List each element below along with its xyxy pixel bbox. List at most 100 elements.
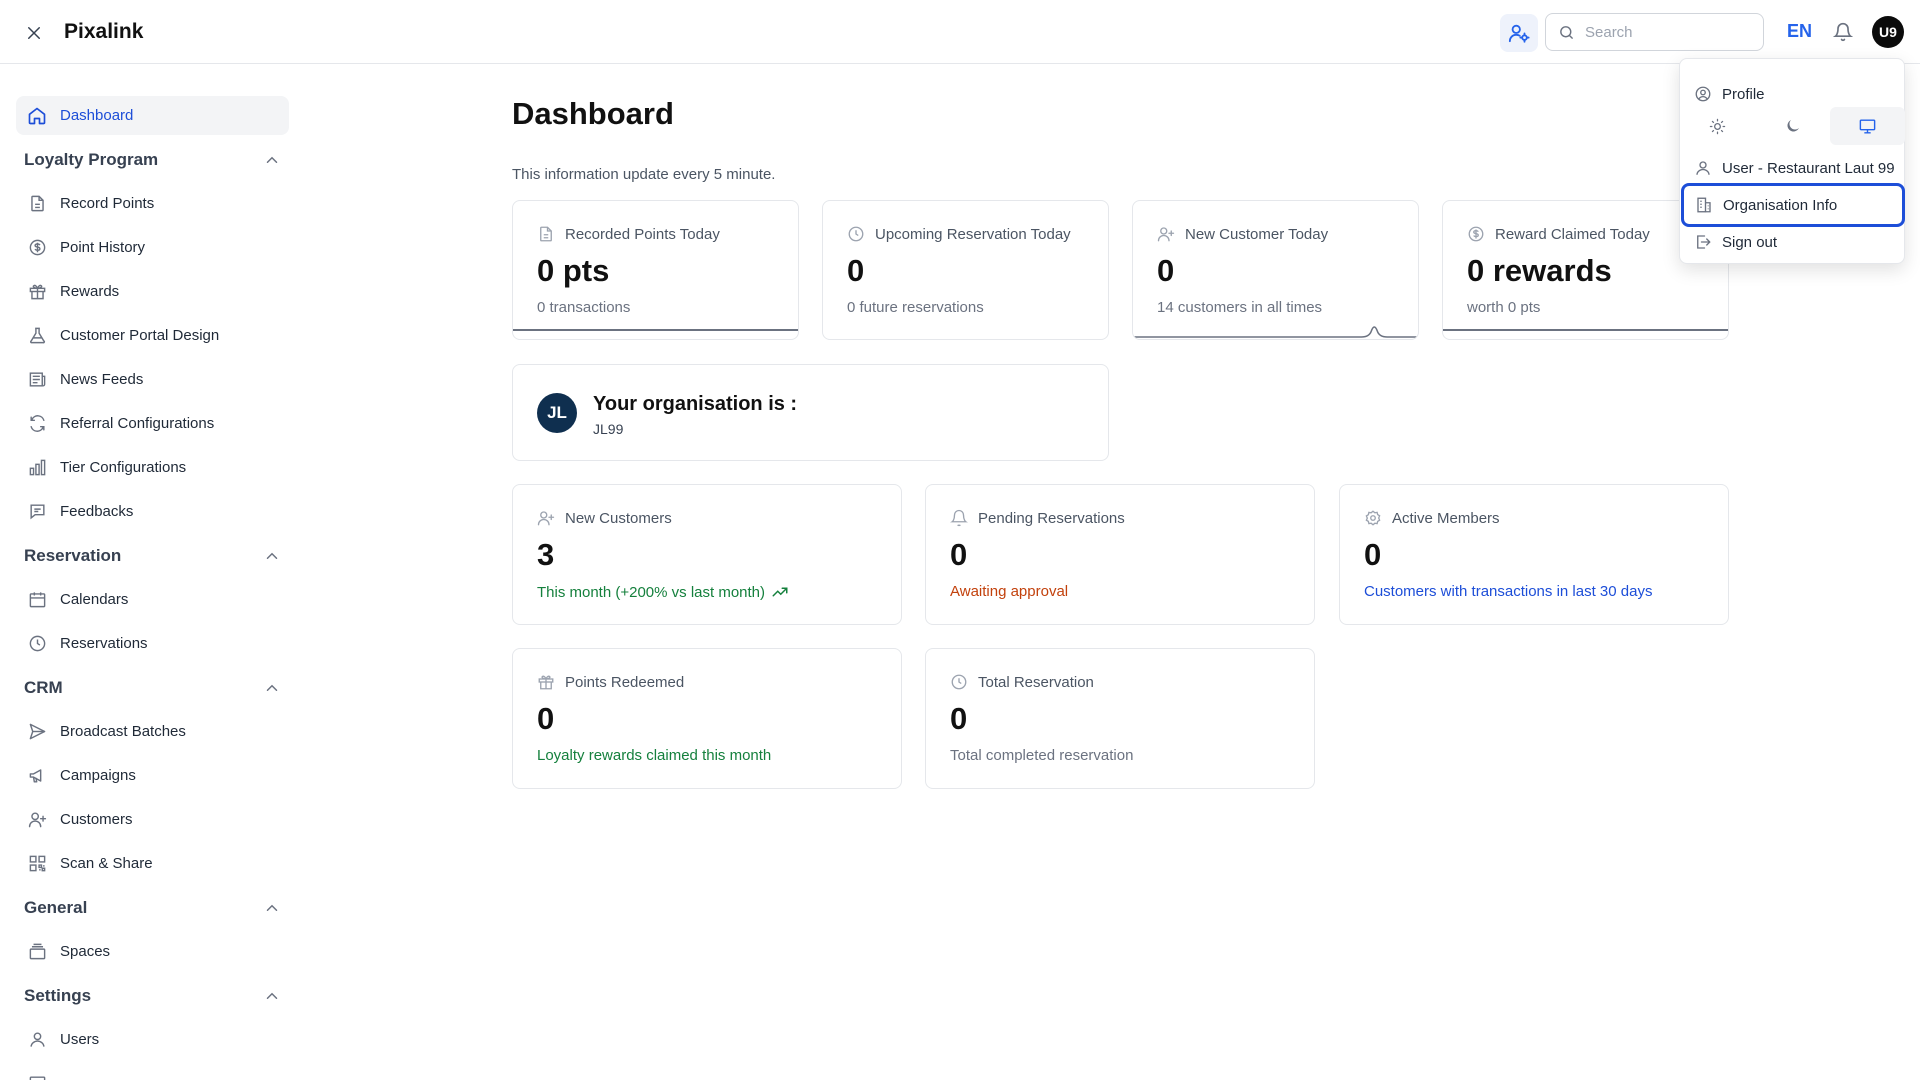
sidebar-item-rewards[interactable]: Rewards [16,272,289,311]
chevron-up-icon [266,904,278,911]
user-plus-icon [1157,227,1175,242]
sidebar-item-referral-configurations[interactable]: Referral Configurations [16,404,289,443]
bell-icon[interactable] [1830,19,1856,45]
megaphone-icon [26,765,48,787]
menu-item-profile[interactable]: Profile [1680,77,1906,111]
stat-value: 0 [1364,537,1382,572]
user-circle-icon [1695,86,1711,102]
theme-switcher [1680,107,1906,145]
sidebar-item-spaces[interactable]: Spaces [16,932,289,971]
stat-value: 0 [537,701,555,736]
user-menu: Profile User - Restaurant Laut 99 Organi… [1679,58,1905,264]
bar-chart-icon [26,457,48,479]
monitor-icon [1859,118,1876,134]
language-switcher[interactable]: EN [1787,21,1812,42]
section-reservation[interactable]: Reservation [24,541,281,571]
dollar-circle-icon [26,237,48,259]
sidebar-item-calendars[interactable]: Calendars [16,580,289,619]
sidebar-item-label: Spaces [60,943,111,960]
stat-card-active-members: Active Members 0 Customers with transact… [1339,484,1729,625]
stat-label: Points Redeemed [565,673,685,691]
chevron-up-icon [266,992,278,999]
sidebar-item-label: Broadcast Batches [60,723,186,740]
badge-icon [1365,510,1381,526]
user-plus-icon [26,809,48,831]
sidebar-item-label: Record Points [60,195,155,212]
stat-label: Pending Reservations [978,509,1125,527]
sparkline [513,329,798,331]
send-icon [26,721,48,743]
sun-icon [1709,118,1726,134]
sidebar: Dashboard Loyalty Program Record Points … [0,64,300,1080]
stat-subtext: 14 customers in all times [1157,299,1323,316]
trending-up-icon [772,587,788,597]
organisation-title: Your organisation is : [593,393,798,415]
sidebar-item-broadcast-batches[interactable]: Broadcast Batches [16,712,289,751]
light-theme-button[interactable] [1680,107,1755,145]
sidebar-item-customer-portal-design[interactable]: Customer Portal Design [16,316,289,355]
stat-subtext: Awaiting approval [950,583,1069,600]
stat-subtext: 0 future reservations [847,299,984,316]
sidebar-item-dashboard[interactable]: Dashboard [16,96,289,135]
user-plus-icon [537,511,555,526]
stat-card-recorded-points: Recorded Points Today 0 pts 0 transactio… [512,200,799,340]
file-icon [26,193,48,215]
section-general[interactable]: General [24,893,281,923]
search-input[interactable] [1585,23,1745,41]
sign-out-icon [1697,235,1711,249]
sidebar-item-news-feeds[interactable]: News Feeds [16,360,289,399]
sidebar-item-label: Feedbacks [60,503,134,520]
chevron-up-icon [266,156,278,163]
user-settings-icon[interactable] [1500,14,1538,52]
moon-icon [1786,120,1799,132]
sidebar-item-reservations[interactable]: Reservations [16,624,289,663]
sidebar-item-label: Referral Configurations [60,415,215,432]
update-note: This information update every 5 minute. [512,166,776,183]
sidebar-item-label: Calendars [60,591,129,608]
dark-theme-button[interactable] [1755,107,1830,145]
sidebar-item-tier-configurations[interactable]: Tier Configurations [16,448,289,487]
close-icon[interactable] [20,19,48,47]
stat-value: 0 [1157,253,1175,288]
section-loyalty-program[interactable]: Loyalty Program [24,145,281,175]
sidebar-item-partial[interactable] [16,1064,289,1080]
sidebar-item-scan-share[interactable]: Scan & Share [16,844,289,883]
stat-value: 3 [537,537,555,572]
sidebar-item-label: Campaigns [60,767,136,784]
sidebar-item-users[interactable]: Users [16,1020,289,1059]
sidebar-item-customers[interactable]: Customers [16,800,289,839]
sparkline [1133,326,1418,338]
menu-item-user[interactable]: User - Restaurant Laut 99 [1680,151,1906,185]
stat-label: Reward Claimed Today [1495,225,1650,243]
sidebar-item-point-history[interactable]: Point History [16,228,289,267]
stat-label: New Customer Today [1185,225,1329,243]
clock-icon [951,674,967,690]
app-title: Pixalink [64,20,144,43]
sidebar-item-label: Tier Configurations [60,459,187,476]
search-box[interactable] [1545,13,1764,51]
clock-icon [26,633,48,655]
menu-item-sign-out[interactable]: Sign out [1680,225,1906,259]
sidebar-item-record-points[interactable]: Record Points [16,184,289,223]
user-avatar[interactable]: U9 [1872,16,1904,48]
system-theme-button[interactable] [1830,107,1905,145]
sidebar-item-label: Reservations [60,635,148,652]
message-icon [26,501,48,523]
stat-card-pending-reservations: Pending Reservations 0 Awaiting approval [925,484,1315,625]
stat-subtext: Total completed reservation [950,747,1134,764]
bell-icon [950,509,968,527]
chevron-up-icon [266,684,278,691]
menu-item-organisation-info[interactable]: Organisation Info [1681,183,1905,227]
section-crm[interactable]: CRM [24,673,281,703]
organisation-avatar: JL [537,393,577,433]
stat-subtext: Customers with transactions in last 30 d… [1364,583,1653,600]
stat-value: 0 pts [537,253,610,288]
organisation-card: JL Your organisation is : JL99 [512,364,1109,461]
section-settings[interactable]: Settings [24,981,281,1011]
stat-subtext: This month (+200% vs last month) [537,583,766,601]
sidebar-item-campaigns[interactable]: Campaigns [16,756,289,795]
stat-card-total-reservation: Total Reservation 0 Total completed rese… [925,648,1315,789]
sidebar-item-feedbacks[interactable]: Feedbacks [16,492,289,531]
user-icon [1696,161,1710,175]
page-title: Dashboard [512,96,674,131]
